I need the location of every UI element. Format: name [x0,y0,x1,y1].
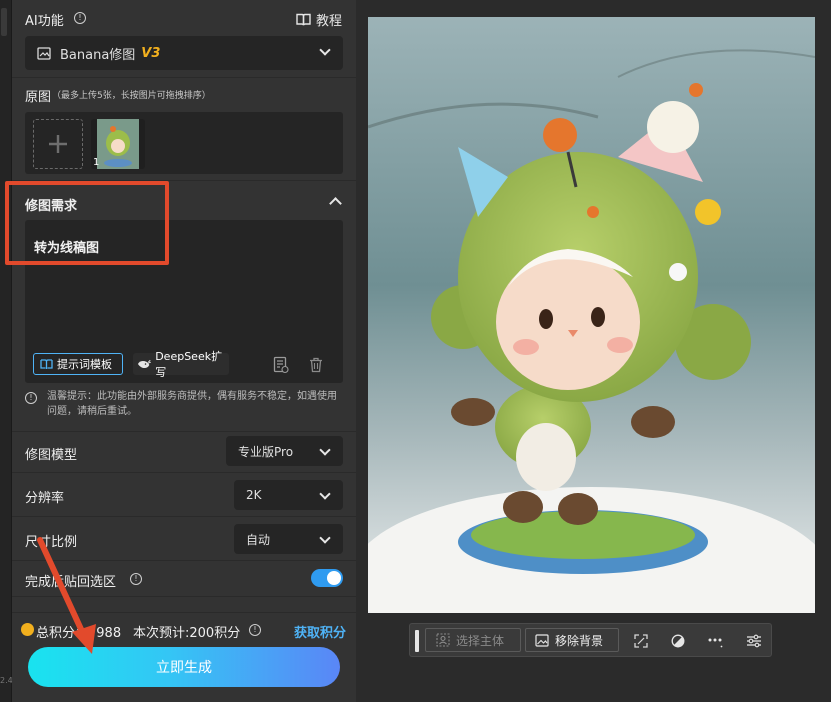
contrast-icon[interactable] [671,634,685,648]
panel-header: AI功能 ! 教程 [12,0,356,36]
panel-title: AI功能 [25,14,64,29]
image-icon [535,633,549,647]
paste-back-toggle[interactable] [311,569,343,587]
plus-icon [49,135,67,153]
original-hint: （最多上传5张，长按图片可拖拽排序） [52,91,211,101]
notice-info-icon: ! [25,392,37,404]
canvas-image[interactable] [368,17,815,613]
toggle-knob [327,571,341,585]
notice-text: 温馨提示：此功能由外部服务商提供，偶有服务不稳定，如遇使用问题，请稍后重试。 [47,391,337,417]
chevron-up-icon[interactable] [329,197,342,210]
paste-back-row: 完成后贴回选区 ! [12,561,356,597]
resolution-select[interactable]: 2K [234,480,343,510]
info-icon[interactable]: ! [74,12,86,24]
remove-background-button[interactable]: 移除背景 [525,628,619,652]
get-points-link[interactable]: 获取积分 [294,622,346,641]
person-select-icon [436,633,450,647]
ratio-value: 自动 [246,532,271,547]
thumbnail-index: 1 [93,157,100,168]
whale-icon [137,359,151,368]
chevron-down-icon [319,44,331,56]
model-label: 修图模型 [25,448,78,463]
more-icon[interactable] [707,634,723,648]
toolbar-handle[interactable] [415,630,419,652]
adjust-sliders-icon[interactable] [746,634,762,648]
tutorial-label: 教程 [315,14,342,29]
estimated-cost: 本次预计:200积分 [133,626,241,641]
model-value: 专业版Pro [238,444,294,459]
add-image-button[interactable] [33,119,83,169]
deepseek-expand-button[interactable]: DeepSeek扩写 [133,350,229,379]
select-subject-label: 选择主体 [456,633,505,648]
felt-doll-photo [368,17,815,613]
generate-label: 立即生成 [156,660,212,676]
total-points: 总积分：7988 [36,626,122,641]
requirement-textarea[interactable]: 转为线稿图 提示词模板 DeepSeek扩写 [25,220,343,383]
original-image-section: 原图 （最多上传5张，长按图片可拖拽排序） 1 [12,77,356,181]
deepseek-label: DeepSeek扩写 [155,350,223,379]
model-select[interactable]: 专业版Pro [226,436,343,466]
original-label: 原图 [25,90,52,105]
trash-icon[interactable] [309,357,323,373]
tool-selector[interactable]: Banana修图 V3 [25,36,343,70]
image-edit-icon [37,46,51,60]
left-gutter: 2.4 [0,0,13,702]
resolution-label: 分辨率 [25,491,65,506]
requirement-text: 转为线稿图 [34,241,100,256]
ai-function-panel: AI功能 ! 教程 Banana修图 V3 原图 （最多上传5张，长按图片可拖拽… [12,0,356,702]
book-open-icon [40,358,53,369]
select-subject-button[interactable]: 选择主体 [425,628,521,652]
image-thumbnail[interactable]: 1 [91,119,145,169]
version-tag: 2.4 [0,676,13,685]
chevron-down-icon [319,532,331,544]
ratio-label: 尺寸比例 [25,535,78,550]
paste-back-label: 完成后贴回选区 [25,575,117,590]
resolution-value: 2K [246,488,262,502]
image-toolbar: 选择主体 移除背景 [409,623,772,657]
tool-name: Banana修图 [60,47,136,63]
chevron-down-icon [319,444,331,456]
requirement-section: 修图需求 转为线稿图 提示词模板 DeepSeek扩写 ! 温馨提示：此功能由外… [12,182,356,432]
prompt-template-label: 提示词模板 [57,358,112,371]
requirement-label: 修图需求 [25,199,78,214]
tutorial-link[interactable]: 教程 [296,10,342,29]
gutter-marker [1,8,7,36]
ratio-select[interactable]: 自动 [234,524,343,554]
paste-back-info-icon[interactable]: ! [130,573,142,585]
crop-expand-icon[interactable] [634,634,648,648]
history-icon[interactable] [273,356,289,374]
model-row: 修图模型 专业版Pro [12,432,356,473]
cost-info-icon[interactable]: ! [249,624,261,636]
points-row: 总积分：7988 本次预计:200积分 ! 获取积分 [12,612,356,648]
coin-icon [21,623,34,636]
tool-version-badge: V3 [141,45,161,61]
book-icon [296,13,311,26]
ratio-row: 尺寸比例 自动 [12,517,356,561]
chevron-down-icon [319,488,331,500]
remove-background-label: 移除背景 [555,633,604,648]
upload-area: 1 [25,112,343,174]
prompt-template-button[interactable]: 提示词模板 [33,353,123,375]
generate-button[interactable]: 立即生成 [28,647,340,687]
resolution-row: 分辨率 2K [12,473,356,517]
